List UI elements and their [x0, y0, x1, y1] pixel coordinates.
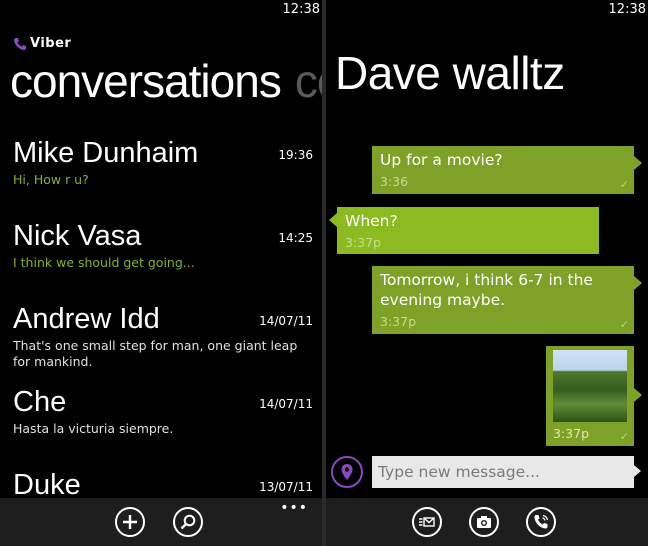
delivered-check-icon: ✓ — [619, 318, 629, 331]
message-text: Up for a movie? — [380, 151, 503, 169]
chat-screen: 12:38 Dave walltz Up for a movie? 3:36 ✓… — [326, 0, 648, 546]
conversation-preview: Hasta la victuria siempre. — [13, 421, 174, 436]
pivot-title[interactable]: conversations — [10, 55, 282, 107]
brand-name: Viber — [30, 36, 72, 51]
conversations-screen: 12:38 Viber conversationsco Mike Dunhaim… — [0, 0, 322, 546]
location-pin-button[interactable] — [331, 456, 363, 488]
call-button[interactable] — [526, 507, 556, 537]
message-input[interactable]: Type new message... — [372, 456, 634, 488]
message-bubble-incoming[interactable]: When? 3:37p — [329, 207, 599, 254]
conversation-item[interactable]: Nick Vasa 14:25 I think we should get go… — [13, 219, 313, 271]
message-time: 3:37p — [345, 235, 382, 250]
app-bar — [326, 498, 648, 546]
conversation-item[interactable]: Che 14/07/11 Hasta la victuria siempre. — [13, 385, 313, 437]
message-text: Tomorrow, i think 6-7 in the evening may… — [380, 271, 593, 309]
app-bar: ••• — [0, 498, 322, 546]
conversation-time: 13/07/11 — [259, 480, 313, 494]
conversation-preview: That's one small step for man, one giant… — [13, 338, 298, 369]
location-pin-icon — [341, 464, 353, 480]
bubble-tail — [634, 156, 642, 170]
message-bubble-outgoing[interactable]: Tomorrow, i think 6-7 in the evening may… — [372, 266, 642, 334]
messages-icon — [419, 517, 435, 527]
viber-logo: Viber — [13, 36, 71, 51]
message-time: 3:36 — [380, 174, 409, 189]
message-bubble-photo[interactable]: 3:37p ✓ — [546, 346, 642, 446]
message-time: 3:37p — [553, 426, 590, 441]
pivot-next-title[interactable]: co — [295, 55, 322, 107]
phone-call-icon — [534, 514, 549, 529]
message-time: 3:37p — [380, 314, 417, 329]
conversation-time: 19:36 — [278, 148, 313, 162]
bubble-tail — [634, 276, 642, 290]
search-button[interactable] — [173, 507, 203, 537]
pivot-header: conversationsco — [10, 54, 322, 108]
conversation-name: Nick Vasa — [13, 220, 142, 252]
camera-button[interactable] — [469, 507, 499, 537]
status-bar-time: 12:38 — [608, 2, 646, 17]
conversation-time: 14:25 — [278, 231, 313, 245]
delivered-check-icon: ✓ — [619, 178, 629, 191]
conversation-preview: I think we should get going... — [13, 255, 195, 270]
conversation-time: 14/07/11 — [259, 314, 313, 328]
conversation-name: Mike Dunhaim — [13, 137, 199, 169]
message-text: When? — [345, 212, 398, 230]
landscape-photo[interactable] — [553, 350, 627, 422]
conversation-time: 14/07/11 — [259, 397, 313, 411]
viber-phone-icon — [14, 37, 26, 50]
add-button[interactable] — [115, 507, 145, 537]
add-icon — [123, 515, 137, 529]
bubble-tail — [634, 388, 642, 402]
conversation-preview: Hi, How r u? — [13, 172, 89, 187]
delivered-check-icon: ✓ — [619, 430, 629, 443]
conversation-item[interactable]: Andrew Idd 14/07/11 That's one small ste… — [13, 302, 313, 370]
messages-button[interactable] — [412, 507, 442, 537]
message-input-tail — [634, 465, 641, 477]
message-bubble-outgoing[interactable]: Up for a movie? 3:36 ✓ — [372, 146, 642, 194]
contact-name: Dave walltz — [335, 47, 565, 99]
conversation-item[interactable]: Mike Dunhaim 19:36 Hi, How r u? — [13, 136, 313, 188]
bubble-tail — [329, 213, 337, 227]
status-bar-time: 12:38 — [282, 2, 320, 17]
conversation-item[interactable]: Duke 13/07/11 — [13, 468, 313, 502]
search-icon — [180, 514, 196, 530]
more-menu-button[interactable]: ••• — [280, 500, 308, 516]
camera-icon — [477, 516, 491, 528]
